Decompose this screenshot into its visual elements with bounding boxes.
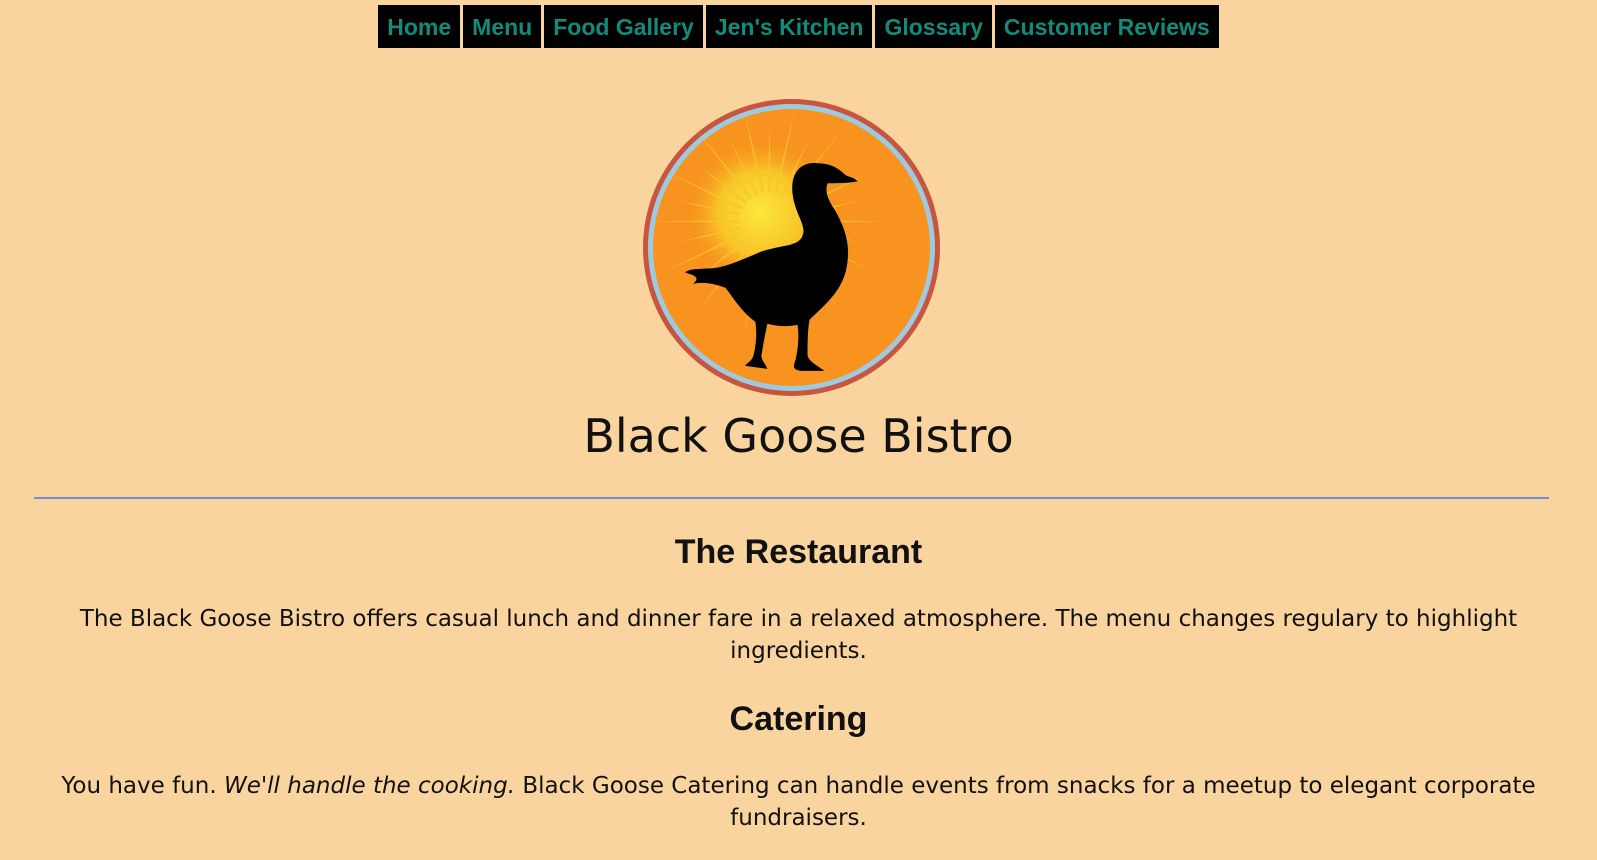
nav-link-home[interactable]: Home	[378, 5, 461, 48]
black-goose-logo	[641, 97, 942, 398]
catering-text-emphasis: We'll handle the cooking.	[223, 773, 516, 799]
main-navigation: Home Menu Food Gallery Jen's Kitchen Glo…	[0, 5, 1597, 48]
nav-link-jens-kitchen[interactable]: Jen's Kitchen	[705, 5, 873, 48]
site-title: Black Goose Bistro	[583, 409, 1014, 463]
restaurant-description: The Black Goose Bistro offers casual lun…	[79, 606, 1518, 664]
catering-heading: Catering	[729, 700, 868, 738]
goose-silhouette-sunburst-icon	[643, 99, 940, 396]
catering-description: You have fun. We'll handle the cooking. …	[60, 770, 1537, 834]
restaurant-heading: The Restaurant	[674, 533, 923, 571]
nav-link-glossary[interactable]: Glossary	[875, 5, 992, 48]
nav-link-menu[interactable]: Menu	[463, 5, 542, 48]
nav-link-food-gallery[interactable]: Food Gallery	[544, 5, 703, 48]
catering-text-start: You have fun.	[61, 773, 224, 799]
nav-link-customer-reviews[interactable]: Customer Reviews	[994, 5, 1219, 48]
catering-text-end: Black Goose Catering can handle events f…	[515, 773, 1536, 831]
header-divider	[34, 497, 1549, 499]
